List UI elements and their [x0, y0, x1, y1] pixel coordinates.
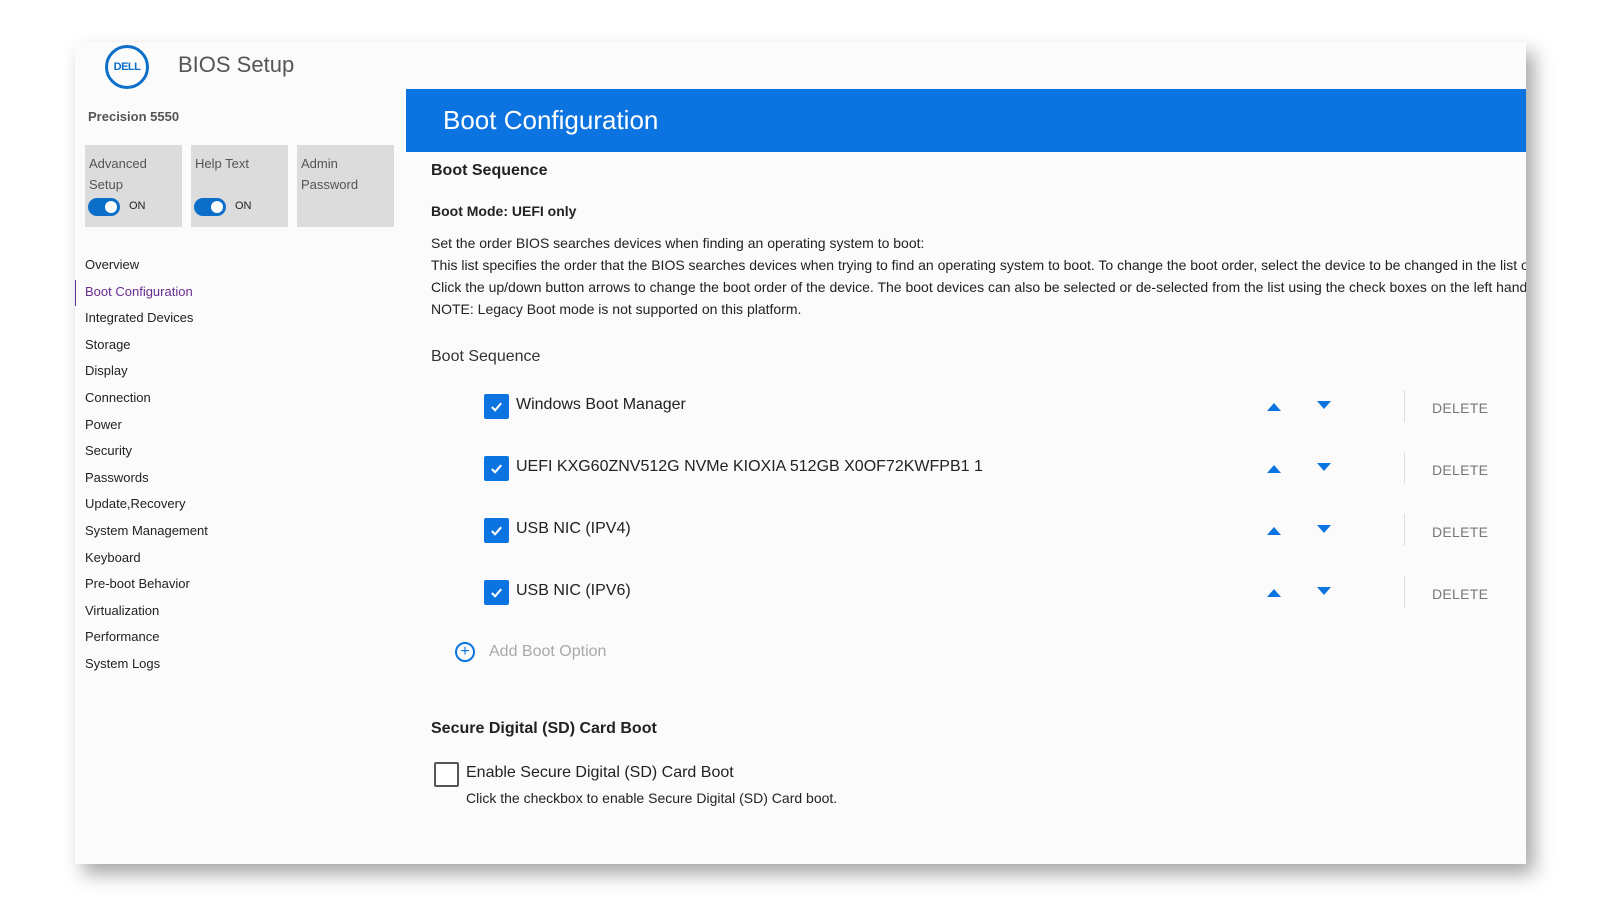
boot-list-title: Boot Sequence — [431, 348, 541, 365]
sidebar-item-connection[interactable]: Connection — [75, 385, 405, 412]
divider — [1404, 390, 1405, 422]
page-banner: Boot Configuration — [406, 89, 1526, 152]
sidebar-item-system-logs[interactable]: System Logs — [75, 651, 405, 678]
sidebar-item-passwords[interactable]: Passwords — [75, 465, 405, 492]
page-title: Boot Configuration — [443, 105, 659, 135]
boot-option-row: UEFI KXG60ZNV512G NVMe KIOXIA 512GB X0OF… — [484, 452, 1526, 514]
move-up-icon[interactable] — [1266, 464, 1282, 474]
boot-option-row: USB NIC (IPV4) DELETE — [484, 514, 1526, 576]
add-boot-option-label: Add Boot Option — [489, 643, 607, 660]
delete-button[interactable]: DELETE — [1432, 586, 1488, 602]
divider — [1404, 576, 1405, 608]
move-down-icon[interactable] — [1316, 586, 1332, 596]
sidebar-item-system-management[interactable]: System Management — [75, 518, 405, 545]
sd-card-boot-label: Enable Secure Digital (SD) Card Boot — [466, 764, 734, 781]
toggle-state: ON — [129, 200, 146, 212]
move-down-icon[interactable] — [1316, 400, 1332, 410]
boot-option-checkbox[interactable] — [484, 580, 509, 605]
move-up-icon[interactable] — [1266, 402, 1282, 412]
advanced-setup-tile[interactable]: Advanced Setup ON — [85, 145, 182, 227]
description-line: Set the order BIOS searches devices when… — [431, 235, 925, 251]
divider — [1404, 452, 1405, 484]
plus-circle-icon: + — [455, 642, 475, 662]
boot-sequence-list: Windows Boot Manager DELETE UEFI KXG60ZN… — [484, 390, 1526, 638]
sidebar-item-overview[interactable]: Overview — [75, 252, 405, 279]
boot-option-row: USB NIC (IPV6) DELETE — [484, 576, 1526, 638]
tile-label: Help Text — [195, 156, 249, 171]
check-icon — [491, 588, 502, 598]
description-line: This list specifies the order that the B… — [431, 257, 1526, 273]
sd-card-boot-checkbox[interactable] — [434, 762, 459, 787]
dell-logo: DELL — [105, 45, 149, 89]
boot-option-row: Windows Boot Manager DELETE — [484, 390, 1526, 452]
sidebar-item-boot-configuration[interactable]: Boot Configuration — [75, 279, 405, 306]
add-boot-option-button[interactable]: + Add Boot Option — [455, 642, 606, 662]
sd-card-boot-help: Click the checkbox to enable Secure Digi… — [466, 790, 838, 806]
check-icon — [491, 526, 502, 536]
delete-button[interactable]: DELETE — [1432, 400, 1488, 416]
divider — [1404, 514, 1405, 546]
boot-option-checkbox[interactable] — [484, 518, 509, 543]
sidebar-item-keyboard[interactable]: Keyboard — [75, 545, 405, 572]
boot-option-checkbox[interactable] — [484, 456, 509, 481]
boot-option-label: Windows Boot Manager — [516, 396, 686, 413]
sidebar-item-display[interactable]: Display — [75, 358, 405, 385]
sidebar-item-storage[interactable]: Storage — [75, 332, 405, 359]
help-text-toggle[interactable] — [194, 197, 226, 216]
tile-label: Advanced Setup — [89, 156, 147, 192]
check-icon — [491, 464, 502, 474]
model-name: Precision 5550 — [88, 109, 180, 124]
move-up-icon[interactable] — [1266, 526, 1282, 536]
bios-window: DELL BIOS Setup Precision 5550 Advanced … — [75, 42, 1526, 864]
sidebar-item-virtualization[interactable]: Virtualization — [75, 598, 405, 625]
sidebar-item-integrated-devices[interactable]: Integrated Devices — [75, 305, 405, 332]
move-up-icon[interactable] — [1266, 588, 1282, 598]
sidebar-item-security[interactable]: Security — [75, 438, 405, 465]
description-line: NOTE: Legacy Boot mode is not supported … — [431, 301, 802, 317]
app-title: BIOS Setup — [178, 52, 295, 77]
admin-password-tile[interactable]: Admin Password — [297, 145, 394, 227]
quick-settings: Advanced Setup ON Help Text ON Admin Pas… — [85, 145, 394, 227]
boot-option-label: USB NIC (IPV4) — [516, 520, 631, 537]
sidebar-item-pre-boot-behavior[interactable]: Pre-boot Behavior — [75, 571, 405, 598]
boot-option-label: UEFI KXG60ZNV512G NVMe KIOXIA 512GB X0OF… — [516, 458, 983, 475]
logo-text: DELL — [113, 61, 141, 73]
boot-mode: Boot Mode: UEFI only — [431, 203, 577, 219]
advanced-setup-toggle[interactable] — [88, 197, 120, 216]
boot-option-label: USB NIC (IPV6) — [516, 582, 631, 599]
description: Set the order BIOS searches devices when… — [431, 232, 1526, 320]
sd-card-boot-title: Secure Digital (SD) Card Boot — [431, 720, 657, 737]
move-down-icon[interactable] — [1316, 524, 1332, 534]
description-line: Click the up/down button arrows to chang… — [431, 279, 1526, 295]
sidebar-item-power[interactable]: Power — [75, 412, 405, 439]
delete-button[interactable]: DELETE — [1432, 524, 1488, 540]
check-icon — [491, 402, 502, 412]
sidebar-item-update-recovery[interactable]: Update,Recovery — [75, 491, 405, 518]
help-text-tile[interactable]: Help Text ON — [191, 145, 288, 227]
delete-button[interactable]: DELETE — [1432, 462, 1488, 478]
boot-option-checkbox[interactable] — [484, 394, 509, 419]
sidebar-nav: Overview Boot Configuration Integrated D… — [75, 252, 405, 678]
move-down-icon[interactable] — [1316, 462, 1332, 472]
section-title: Boot Sequence — [431, 162, 548, 179]
toggle-state: ON — [235, 200, 252, 212]
sidebar-item-performance[interactable]: Performance — [75, 624, 405, 651]
tile-label: Admin Password — [301, 156, 359, 192]
